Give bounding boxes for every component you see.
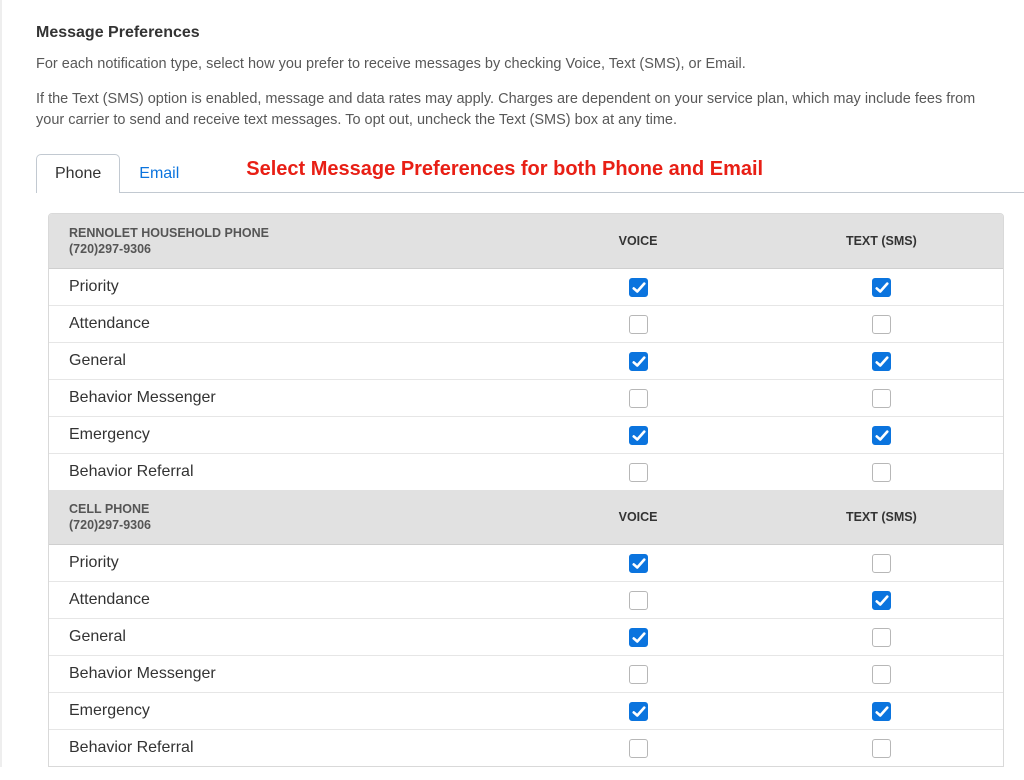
- table-row: Emergency: [49, 693, 1003, 730]
- row-label: General: [49, 343, 516, 380]
- tab-instruction: Select Message Preferences for both Phon…: [246, 158, 763, 187]
- page: Message Preferences For each notificatio…: [0, 0, 1024, 767]
- cell-text: [760, 306, 1003, 343]
- section-desc-2: If the Text (SMS) option is enabled, mes…: [36, 89, 984, 131]
- cell-voice: [516, 380, 759, 417]
- cell-text: [760, 454, 1003, 491]
- checkbox-1-2-voice[interactable]: [629, 628, 648, 647]
- preferences-table-wrap: RENNOLET HOUSEHOLD PHONE(720)297-9306VOI…: [48, 213, 1004, 767]
- row-label: Attendance: [49, 306, 516, 343]
- cell-text: [760, 343, 1003, 380]
- checkbox-0-1-voice[interactable]: [629, 315, 648, 334]
- row-label: Priority: [49, 545, 516, 582]
- group-header: CELL PHONE(720)297-9306: [49, 490, 516, 545]
- row-label: Behavior Messenger: [49, 380, 516, 417]
- table-row: Behavior Referral: [49, 454, 1003, 491]
- checkbox-1-5-text[interactable]: [872, 739, 891, 758]
- checkbox-0-2-voice[interactable]: [629, 352, 648, 371]
- checkbox-0-2-text[interactable]: [872, 352, 891, 371]
- checkbox-1-5-voice[interactable]: [629, 739, 648, 758]
- checkbox-1-3-voice[interactable]: [629, 665, 648, 684]
- content-inner: Message Preferences For each notificatio…: [2, 0, 1024, 767]
- cell-text: [760, 380, 1003, 417]
- row-label: Behavior Referral: [49, 454, 516, 491]
- checkbox-0-1-text[interactable]: [872, 315, 891, 334]
- row-label: Attendance: [49, 582, 516, 619]
- table-row: Attendance: [49, 306, 1003, 343]
- table-row: General: [49, 619, 1003, 656]
- tabbar: Phone Email Select Message Preferences f…: [36, 153, 1024, 193]
- checkbox-0-5-text[interactable]: [872, 463, 891, 482]
- checkbox-0-4-voice[interactable]: [629, 426, 648, 445]
- checkbox-0-0-text[interactable]: [872, 278, 891, 297]
- checkbox-1-1-text[interactable]: [872, 591, 891, 610]
- checkbox-0-3-text[interactable]: [872, 389, 891, 408]
- cell-text: [760, 730, 1003, 767]
- table-row: Priority: [49, 545, 1003, 582]
- cell-voice: [516, 306, 759, 343]
- table-row: Attendance: [49, 582, 1003, 619]
- row-label: Priority: [49, 269, 516, 306]
- tab-email[interactable]: Email: [120, 154, 198, 193]
- col-header-voice: VOICE: [516, 490, 759, 545]
- cell-voice: [516, 730, 759, 767]
- table-row: Emergency: [49, 417, 1003, 454]
- checkbox-0-3-voice[interactable]: [629, 389, 648, 408]
- cell-text: [760, 417, 1003, 454]
- tab-phone[interactable]: Phone: [36, 154, 120, 193]
- cell-text: [760, 269, 1003, 306]
- row-label: Behavior Messenger: [49, 656, 516, 693]
- row-label: Emergency: [49, 417, 516, 454]
- checkbox-1-4-text[interactable]: [872, 702, 891, 721]
- cell-text: [760, 545, 1003, 582]
- checkbox-1-2-text[interactable]: [872, 628, 891, 647]
- cell-voice: [516, 656, 759, 693]
- group-subtitle: (720)297-9306: [69, 516, 496, 538]
- table-row: Behavior Referral: [49, 730, 1003, 767]
- col-header-text: TEXT (SMS): [760, 490, 1003, 545]
- cell-voice: [516, 269, 759, 306]
- cell-text: [760, 693, 1003, 730]
- cell-voice: [516, 343, 759, 380]
- row-label: Behavior Referral: [49, 730, 516, 767]
- col-header-text: TEXT (SMS): [760, 214, 1003, 269]
- table-row: Priority: [49, 269, 1003, 306]
- section-desc-1: For each notification type, select how y…: [36, 54, 984, 75]
- checkbox-0-0-voice[interactable]: [629, 278, 648, 297]
- cell-voice: [516, 454, 759, 491]
- checkbox-1-4-voice[interactable]: [629, 702, 648, 721]
- table-row: Behavior Messenger: [49, 656, 1003, 693]
- row-label: Emergency: [49, 693, 516, 730]
- col-header-voice: VOICE: [516, 214, 759, 269]
- row-label: General: [49, 619, 516, 656]
- checkbox-1-0-voice[interactable]: [629, 554, 648, 573]
- cell-voice: [516, 545, 759, 582]
- checkbox-1-0-text[interactable]: [872, 554, 891, 573]
- cell-voice: [516, 619, 759, 656]
- checkbox-1-3-text[interactable]: [872, 665, 891, 684]
- checkbox-0-5-voice[interactable]: [629, 463, 648, 482]
- checkbox-1-1-voice[interactable]: [629, 591, 648, 610]
- cell-voice: [516, 582, 759, 619]
- table-row: Behavior Messenger: [49, 380, 1003, 417]
- group-header: RENNOLET HOUSEHOLD PHONE(720)297-9306: [49, 214, 516, 269]
- cell-text: [760, 656, 1003, 693]
- checkbox-0-4-text[interactable]: [872, 426, 891, 445]
- cell-voice: [516, 693, 759, 730]
- preferences-table: RENNOLET HOUSEHOLD PHONE(720)297-9306VOI…: [49, 214, 1003, 766]
- group-title: RENNOLET HOUSEHOLD PHONE: [69, 226, 269, 240]
- cell-text: [760, 619, 1003, 656]
- cell-text: [760, 582, 1003, 619]
- section-title: Message Preferences: [36, 24, 1024, 42]
- group-title: CELL PHONE: [69, 502, 149, 516]
- table-row: General: [49, 343, 1003, 380]
- cell-voice: [516, 417, 759, 454]
- group-subtitle: (720)297-9306: [69, 240, 496, 262]
